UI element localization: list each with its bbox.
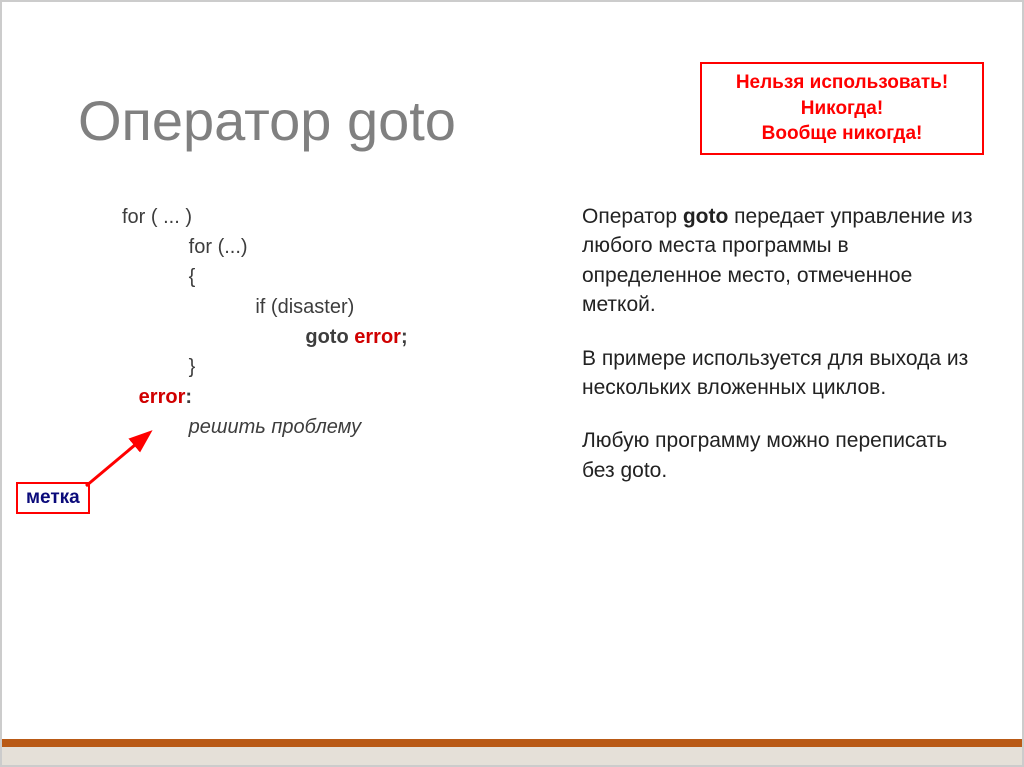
warning-callout: Нельзя использовать! Никогда! Вообще ник…: [700, 62, 984, 155]
slide-footer: [2, 739, 1022, 765]
code-line: for ( ... ): [122, 202, 542, 232]
code-line-label: error:: [122, 382, 542, 412]
code-line: {: [122, 262, 542, 292]
label-callout: метка: [16, 482, 90, 514]
warning-line-2: Никогда!: [702, 96, 982, 122]
goto-keyword: goto: [683, 205, 728, 228]
desc-paragraph-3: Любую программу можно переписать без got…: [582, 426, 982, 485]
code-line: if (disaster): [122, 292, 542, 322]
footer-base-bar: [2, 747, 1022, 765]
code-line-goto: goto error;: [122, 322, 542, 352]
goto-label-ref: error: [354, 326, 401, 348]
code-line: }: [122, 352, 542, 382]
footer-accent-bar: [2, 739, 1022, 747]
warning-line-3: Вообще никогда!: [702, 121, 982, 147]
description: Оператор goto передает управление из люб…: [582, 202, 982, 509]
code-example: for ( ... ) for (...) { if (disaster) go…: [122, 202, 542, 442]
warning-line-1: Нельзя использовать!: [702, 70, 982, 96]
slide-title: Оператор goto: [78, 88, 456, 153]
slide: Оператор goto Нельзя использовать! Никог…: [0, 0, 1024, 767]
label-definition: error: [139, 386, 186, 408]
desc-paragraph-2: В примере используется для выхода из нес…: [582, 344, 982, 403]
code-line-comment: решить проблему: [122, 412, 542, 442]
desc-paragraph-1: Оператор goto передает управление из люб…: [582, 202, 982, 320]
code-line: for (...): [122, 232, 542, 262]
